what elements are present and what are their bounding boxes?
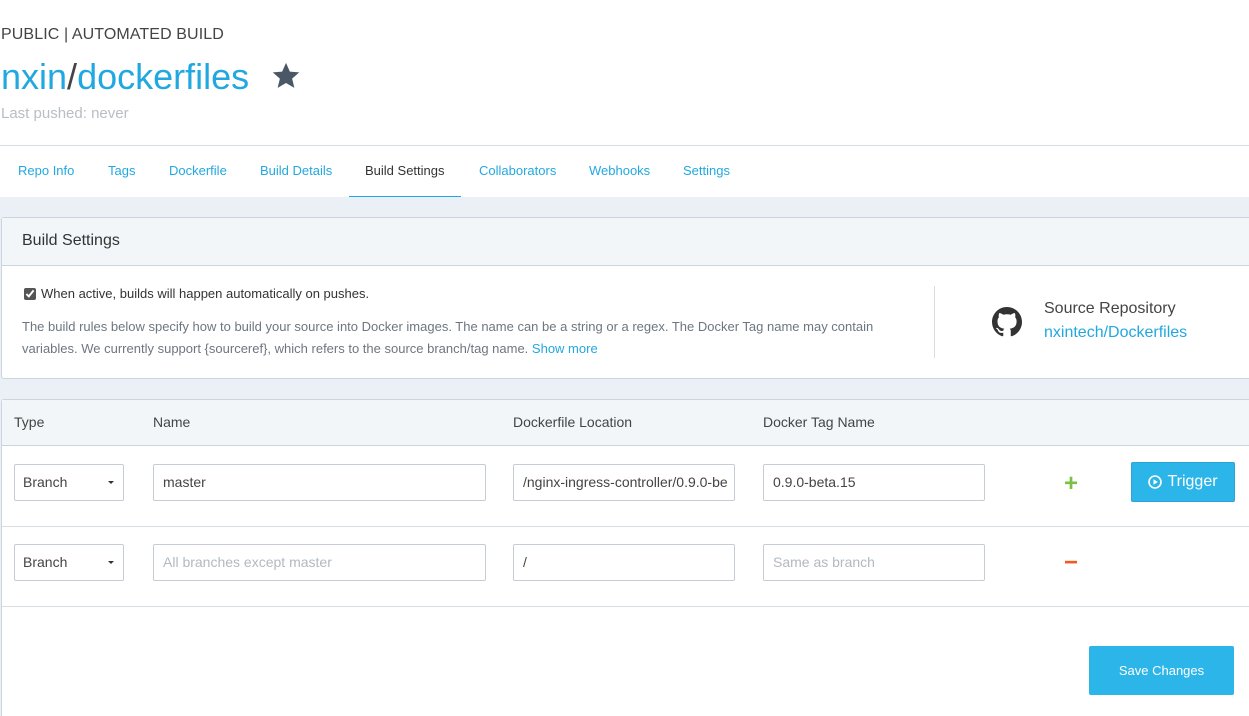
repo-kind: PUBLIC | AUTOMATED BUILD (1, 26, 224, 43)
repo-name: dockerfiles (77, 56, 250, 97)
build-rules-table: Type Name Dockerfile Location Docker Tag… (1, 399, 1249, 716)
show-more-link[interactable]: Show more (532, 341, 598, 356)
table-header: Type Name Dockerfile Location Docker Tag… (2, 400, 1249, 446)
source-type-value: Branch (23, 554, 68, 570)
repo-owner-link[interactable]: nxin (1, 56, 67, 97)
docker-tag-input[interactable]: 0.9.0-beta.15 (763, 464, 985, 501)
docker-tag-input[interactable]: Same as branch (763, 544, 985, 581)
repo-title: nxin/dockerfiles (1, 56, 249, 98)
header-type: Type (14, 414, 45, 430)
tab-repo-info[interactable]: Repo Info (18, 163, 74, 178)
remove-rule-button[interactable]: − (1064, 551, 1078, 575)
repo-separator: / (67, 56, 78, 97)
header-dockerfile-location: Dockerfile Location (513, 414, 633, 430)
tab-dockerfile[interactable]: Dockerfile (169, 163, 227, 178)
header-name: Name (153, 414, 191, 430)
tab-webhooks[interactable]: Webhooks (589, 163, 650, 178)
main-content: Build Settings When active, builds will … (0, 197, 1249, 716)
row-divider (2, 526, 1249, 527)
tab-collaborators[interactable]: Collaborators (479, 163, 556, 178)
github-icon (992, 307, 1022, 337)
source-repository-label: Source Repository (1044, 300, 1176, 317)
auto-build-label: When active, builds will happen automati… (41, 286, 370, 301)
tab-build-details[interactable]: Build Details (260, 163, 332, 178)
row-divider (2, 606, 1249, 607)
divider (934, 286, 935, 358)
repo-tabs: Repo Info Tags Dockerfile Build Details … (0, 145, 1249, 198)
auto-build-row[interactable]: When active, builds will happen automati… (22, 286, 369, 301)
source-name-input[interactable]: master (153, 464, 486, 501)
play-circle-icon (1148, 475, 1163, 489)
dockerfile-location-input[interactable]: / (513, 544, 735, 581)
save-changes-button[interactable]: Save Changes (1089, 646, 1234, 695)
caret-down-icon (108, 561, 114, 564)
last-pushed: Last pushed: never (1, 105, 129, 122)
source-type-select[interactable]: Branch (14, 464, 124, 501)
add-rule-button[interactable]: + (1064, 472, 1078, 496)
panel-title: Build Settings (2, 218, 1249, 266)
build-settings-panel: Build Settings When active, builds will … (1, 217, 1249, 379)
auto-build-checkbox[interactable] (24, 287, 36, 300)
source-repository-link[interactable]: nxintech/Dockerfiles (1044, 324, 1187, 342)
caret-down-icon (108, 481, 114, 484)
source-type-value: Branch (23, 474, 68, 490)
trigger-button[interactable]: Trigger (1131, 462, 1235, 502)
star-icon[interactable] (271, 61, 301, 91)
build-rules-description: The build rules below specify how to bui… (22, 316, 912, 360)
tab-tags[interactable]: Tags (108, 163, 135, 178)
tab-build-settings[interactable]: Build Settings (365, 163, 445, 178)
header-docker-tag-name: Docker Tag Name (763, 414, 875, 430)
description-text: The build rules below specify how to bui… (22, 319, 874, 356)
dockerfile-location-input[interactable]: /nginx-ingress-controller/0.9.0-be (513, 464, 735, 501)
tab-settings[interactable]: Settings (683, 163, 730, 178)
trigger-label: Trigger (1167, 473, 1218, 490)
repo-header: PUBLIC | AUTOMATED BUILD nxin/dockerfile… (0, 0, 1249, 146)
source-name-input[interactable]: All branches except master (153, 544, 486, 581)
source-type-select[interactable]: Branch (14, 544, 124, 581)
